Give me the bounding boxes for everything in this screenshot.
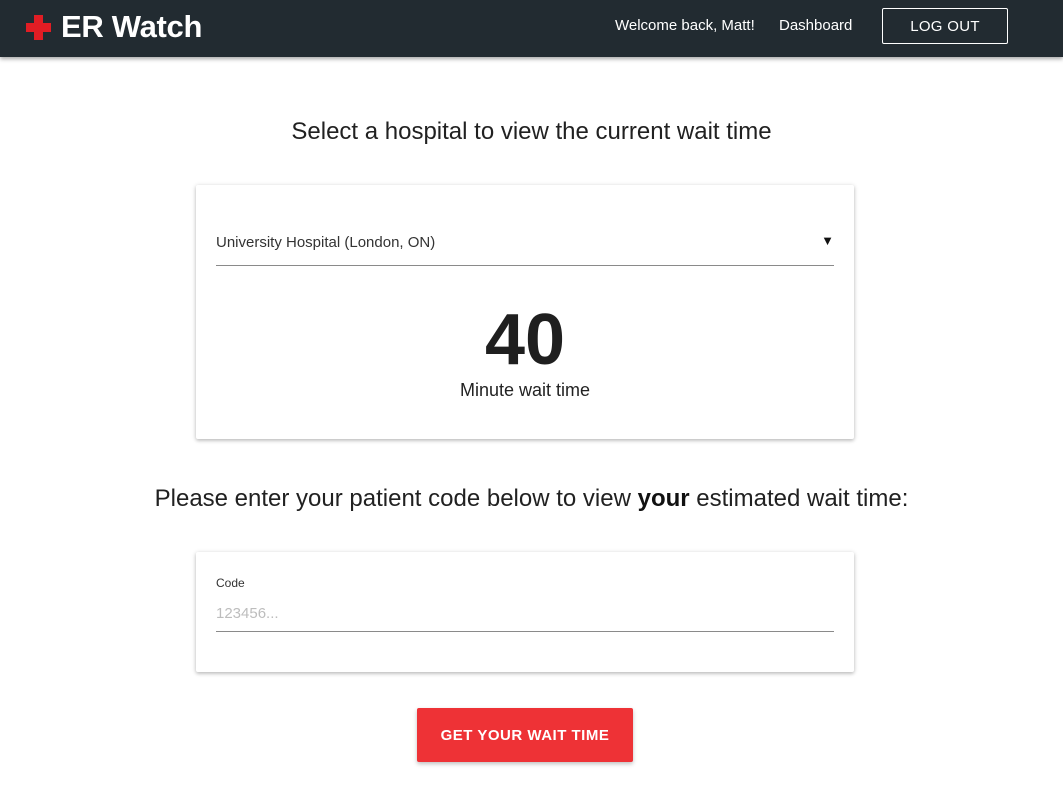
hospital-select[interactable]: University Hospital (London, ON) ▼ (216, 222, 834, 266)
get-wait-time-button[interactable]: GET YOUR WAIT TIME (417, 708, 633, 762)
code-field-label: Code (216, 576, 245, 590)
red-cross-icon (26, 14, 51, 40)
brand-logo-link[interactable]: ER Watch (26, 8, 202, 46)
patient-code-heading-start: Please enter your patient code below to … (154, 485, 631, 512)
patient-code-heading-end: estimated wait time: (696, 485, 909, 512)
wait-time-number: 40 (484, 300, 566, 380)
welcome-message: Welcome back, Matt! (615, 17, 755, 34)
dropdown-arrow-icon: ▼ (821, 233, 834, 248)
top-navbar: ER Watch Welcome back, Matt! Dashboard L… (0, 0, 1063, 57)
logout-button[interactable]: LOG OUT (882, 8, 1008, 44)
patient-code-card: Code (196, 552, 854, 672)
patient-code-heading: Please enter your patient code below to … (0, 485, 1063, 513)
patient-code-input[interactable] (216, 596, 834, 632)
wait-time-label: Minute wait time (459, 380, 591, 400)
dashboard-link[interactable]: Dashboard (779, 17, 852, 34)
patient-code-heading-emphasis: your (637, 485, 690, 512)
hospital-wait-card: University Hospital (London, ON) ▼ 40 Mi… (196, 185, 854, 439)
hospital-select-heading: Select a hospital to view the current wa… (291, 118, 772, 145)
brand-name: ER Watch (61, 9, 203, 44)
selected-hospital: University Hospital (London, ON) (216, 234, 436, 251)
